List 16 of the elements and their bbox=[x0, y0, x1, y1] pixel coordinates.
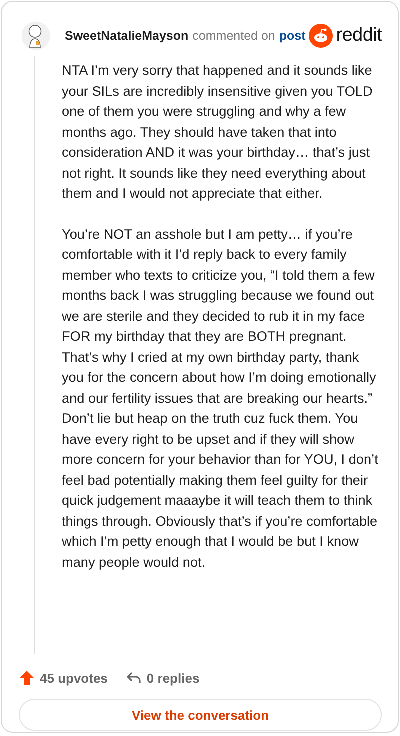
avatar-icon bbox=[21, 21, 51, 51]
upvote-arrow-icon bbox=[19, 670, 35, 686]
upvote-count[interactable]: 45 upvotes bbox=[19, 670, 108, 686]
reply-icon bbox=[126, 670, 142, 686]
view-conversation-button[interactable]: View the conversation bbox=[19, 699, 382, 731]
brand-logo[interactable]: reddit bbox=[309, 24, 382, 48]
alien-logo-icon bbox=[309, 24, 334, 48]
reply-count[interactable]: 0 replies bbox=[126, 670, 200, 686]
author-name[interactable]: SweetNatalieMayson bbox=[65, 29, 189, 43]
comment-paragraph: NTA I’m very sorry that happened and it sounds like your SILs are incredibly insensitive given you TOLD one of them you were struggling and why a few months ago. They should have taken that into consideration AND it was your birthday… that’s just not right. It sounds like they need everything about them and I would not appreciate that either. bbox=[62, 62, 374, 203]
replies-text: 0 replies bbox=[146, 670, 200, 686]
byline-text: commented on bbox=[192, 29, 276, 43]
comment-paragraph: You’re NOT an asshole but I am petty… if you’re comfortable with it I’d reply back to every family member who texts to criticize you, “I told them a few months back I was struggling because we found out we are sterile and they decided to rub it in my face FOR my birthday that they are BOTH pregnant. That’s why I cried at my own birthday party, thank you for the concern about how I’m doing emotionally and our fertility issues that are breaking our hearts.” Don’t lie but heap on the truth cuz fuck them. You have every right to be upset and if they will show more concern for your behavior than for YOU, I don’t feel bad potentially making them feel guilty for their quick judgement maaaybe it will teach them to think things through. Obviously that’s if you’re comfortable which I’m petty enough that I would be but I know many people would not. bbox=[62, 226, 380, 572]
brand-name: reddit bbox=[336, 25, 382, 47]
post-link[interactable]: post bbox=[279, 29, 306, 43]
upvotes-text: 45 upvotes bbox=[40, 670, 108, 686]
